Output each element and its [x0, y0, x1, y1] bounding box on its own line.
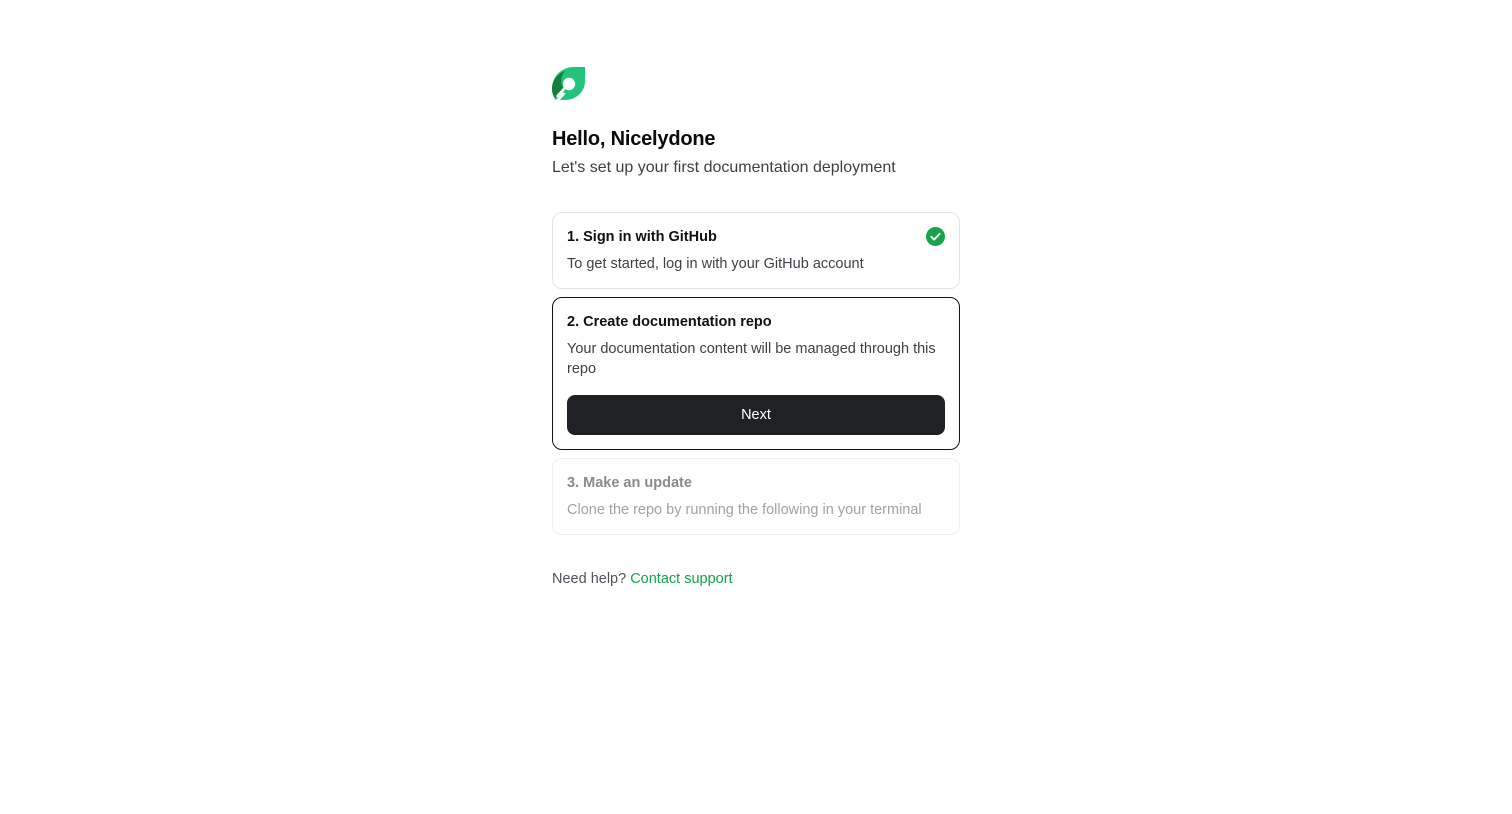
help-text: Need help? Contact support: [552, 569, 960, 589]
step-title: 3. Make an update: [567, 475, 692, 491]
contact-support-link[interactable]: Contact support: [630, 571, 732, 587]
step-title: 1. Sign in with GitHub: [567, 229, 717, 245]
step-card-make-update: 3. Make an update Clone the repo by runn…: [552, 458, 960, 535]
next-button[interactable]: Next: [567, 395, 945, 435]
step-description: Your documentation content will be manag…: [567, 341, 936, 377]
page-subtitle: Let's set up your first documentation de…: [552, 159, 896, 176]
step-title: 2. Create documentation repo: [567, 314, 772, 330]
check-circle-icon: [926, 227, 945, 246]
help-prefix: Need help?: [552, 571, 627, 587]
step-card-sign-in: 1. Sign in with GitHub To get started, l…: [552, 212, 960, 289]
onboarding-panel: Hello, Nicelydone Let's set up your firs…: [552, 67, 960, 589]
step-description: To get started, log in with your GitHub …: [567, 256, 864, 272]
step-card-create-repo: 2. Create documentation repo Your docume…: [552, 297, 960, 450]
leaf-logo-icon: [552, 67, 585, 100]
step-description: Clone the repo by running the following …: [567, 502, 922, 518]
page-title: Hello, Nicelydone: [552, 128, 716, 150]
steps-list: 1. Sign in with GitHub To get started, l…: [552, 212, 960, 535]
